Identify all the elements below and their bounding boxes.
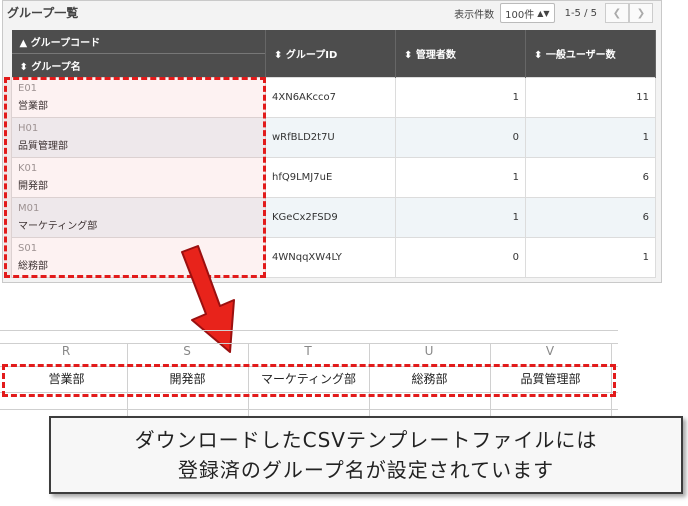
column-header-s: S [183, 344, 191, 358]
col-header-group-id[interactable]: ⬍ グループID [265, 30, 396, 78]
column-header-v: V [545, 344, 555, 358]
group-id: wRfBLD2t7U [265, 117, 396, 158]
callout-line-1: ダウンロードしたCSVテンプレートファイルには [134, 428, 598, 452]
user-count: 6 [525, 197, 656, 238]
sort-icon: ⬍ [19, 62, 28, 73]
group-id: hfQ9LMJ7uE [265, 157, 396, 198]
prev-page-button[interactable]: ❮ [605, 3, 629, 23]
column-header-u: U [424, 344, 434, 358]
sort-asc-icon: ▲ [19, 38, 28, 49]
admin-count: 0 [395, 237, 526, 278]
page-range: 1-5 / 5 [564, 7, 597, 19]
column-header-t: T [304, 344, 312, 358]
chevron-right-icon: ❯ [636, 7, 646, 19]
group-id: KGeCx2FSD9 [265, 197, 396, 238]
admin-count: 1 [395, 197, 526, 238]
panel-title: グループ一覧 [7, 6, 79, 20]
user-count: 1 [525, 237, 656, 278]
col-header-admins[interactable]: ⬍ 管理者数 [395, 30, 526, 78]
grid-line [0, 330, 618, 331]
admin-count: 1 [395, 77, 526, 118]
col-header-users[interactable]: ⬍ 一般ユーザー数 [525, 30, 656, 78]
callout-line-2: 登録済のグループ名が設定されています [177, 458, 555, 482]
user-count: 11 [525, 77, 656, 118]
col-header-group-code[interactable]: ▲ グループコード [11, 30, 266, 54]
highlight-sheet-row [2, 364, 616, 397]
sort-icon: ⬍ [534, 50, 543, 61]
sort-icon: ⬍ [274, 50, 283, 61]
per-page-value: 100件 [505, 9, 535, 21]
sort-updown-icon: ▲▼ [537, 8, 550, 18]
admin-count: 0 [395, 117, 526, 158]
column-header-r: R [61, 344, 71, 358]
chevron-left-icon: ❮ [612, 7, 622, 19]
admin-count: 1 [395, 157, 526, 198]
grid-line [0, 409, 618, 410]
per-page-label: 表示件数 [454, 9, 495, 21]
user-count: 6 [525, 157, 656, 198]
group-id: 4WNqqXW4LY [265, 237, 396, 278]
callout-box: ダウンロードしたCSVテンプレートファイルには 登録済のグループ名が設定されてい… [49, 416, 683, 494]
col-header-group-name[interactable]: ⬍ グループ名 [11, 53, 266, 78]
sort-icon: ⬍ [404, 50, 413, 61]
pager: 表示件数 100件 ▲▼ 1-5 / 5 ❮ ❯ [454, 3, 653, 23]
user-count: 1 [525, 117, 656, 158]
per-page-select[interactable]: 100件 ▲▼ [500, 3, 555, 23]
group-id: 4XN6AKcco7 [265, 77, 396, 118]
next-page-button[interactable]: ❯ [629, 3, 653, 23]
